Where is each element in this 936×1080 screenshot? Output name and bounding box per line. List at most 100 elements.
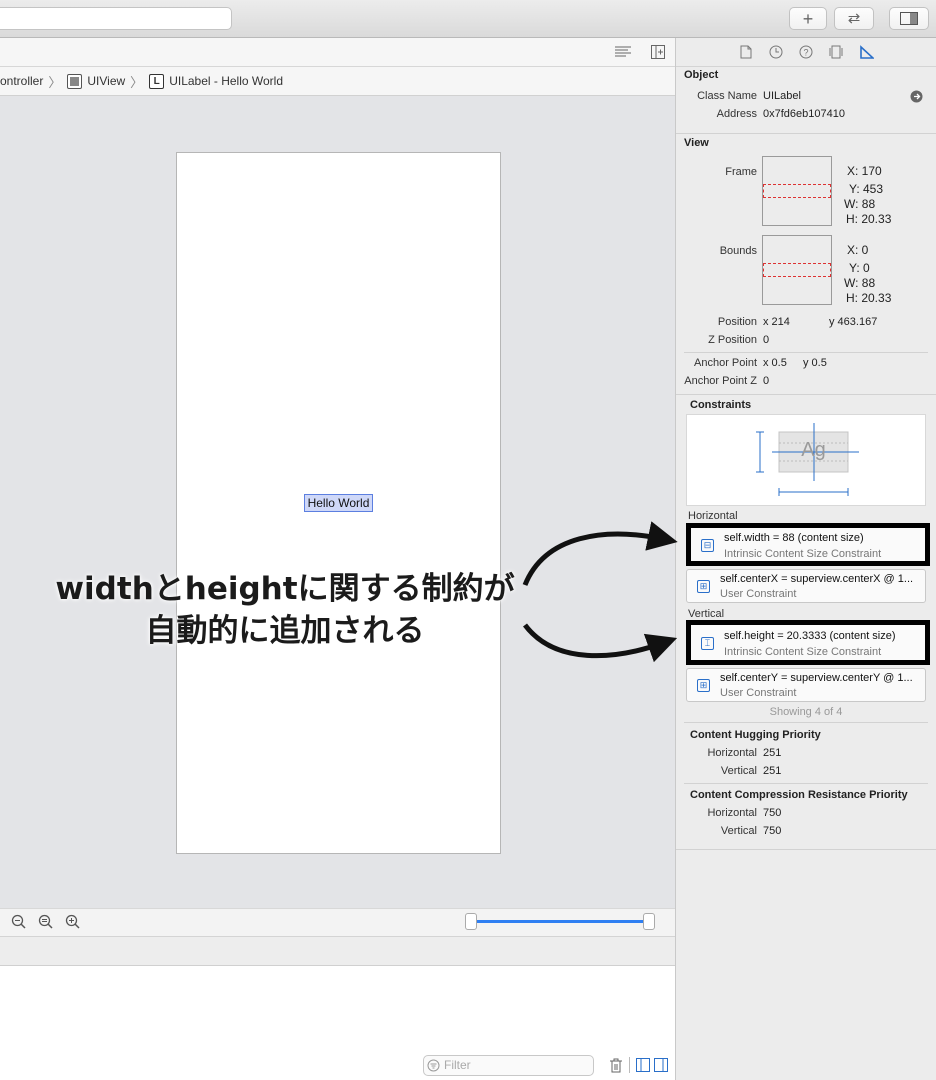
- arrow-to-height: [523, 623, 678, 663]
- class-name-value: UILabel: [763, 90, 801, 102]
- constraint-centery-row[interactable]: ⊞ self.centerY = superview.centerY @ 1..…: [686, 668, 926, 702]
- breadcrumb: ontroller 〉 UIView 〉 L UILabel - Hello W…: [0, 67, 675, 96]
- right-panel-toggle-icon: [900, 12, 918, 25]
- inspector-toggle-button[interactable]: [889, 7, 929, 30]
- left-pane-icon[interactable]: [636, 1058, 650, 1072]
- anchor-x: x 0.5: [763, 357, 787, 369]
- chevron-right-icon: 〉: [130, 74, 144, 90]
- hugging-vertical-value: 251: [763, 765, 782, 777]
- add-editor-icon[interactable]: [651, 45, 665, 59]
- divider: [684, 352, 928, 353]
- layer-range-slider[interactable]: [471, 920, 649, 923]
- user-constraint-icon: ⊞: [697, 580, 710, 593]
- slider-left-handle[interactable]: [465, 913, 477, 930]
- class-name-label: Class Name: [697, 90, 757, 102]
- divider: [629, 1057, 630, 1073]
- divider: [684, 722, 928, 723]
- divider: [676, 133, 936, 134]
- divider: [676, 394, 936, 395]
- zoom-in-icon[interactable]: [65, 914, 81, 930]
- lines-icon[interactable]: [614, 45, 632, 59]
- filter-input[interactable]: Filter: [423, 1055, 594, 1076]
- frame-h: H: 20.33: [846, 212, 892, 226]
- breadcrumb-item-uiview[interactable]: UIView: [87, 74, 125, 88]
- inspector-panel: ? Object Class Name UILabel Address 0x7f…: [675, 38, 936, 1080]
- frame-x: X: 170: [847, 164, 882, 178]
- intrinsic-size-icon: ⊟: [701, 539, 714, 552]
- frame-w: W: 88: [844, 197, 876, 211]
- showing-count: Showing 4 of 4: [769, 706, 843, 718]
- compression-horizontal-label: Horizontal: [707, 807, 757, 819]
- right-pane-icon[interactable]: [654, 1058, 668, 1072]
- position-y: y 463.167: [829, 316, 878, 328]
- trash-icon[interactable]: [609, 1058, 623, 1073]
- breadcrumb-item-uilabel[interactable]: UILabel - Hello World: [169, 74, 283, 88]
- anchor-point-label: Anchor Point: [694, 357, 757, 369]
- divider: [676, 849, 936, 850]
- address-label: Address: [716, 108, 757, 120]
- constraints-section-title: Constraints: [690, 399, 752, 411]
- bounds-label: Bounds: [719, 245, 757, 257]
- position-x: x 214: [763, 316, 790, 328]
- address-value: 0x7fd6eb107410: [763, 108, 845, 120]
- frame-diagram: [762, 156, 832, 226]
- constraint-height-row[interactable]: ⌶ self.height = 20.3333 (content size) I…: [686, 620, 930, 665]
- hugging-horizontal-value: 251: [763, 747, 782, 759]
- hello-world-label[interactable]: Hello World: [304, 494, 373, 512]
- constraint-text: self.width = 88 (content size): [724, 532, 864, 544]
- object-section-title: Object: [684, 69, 719, 81]
- size-icon[interactable]: [829, 45, 843, 59]
- hugging-vertical-label: Vertical: [720, 765, 757, 777]
- hugging-section-title: Content Hugging Priority: [690, 729, 821, 741]
- go-arrow-icon[interactable]: [910, 90, 923, 103]
- view-section-title: View: [684, 137, 709, 149]
- inspector-tabs: ?: [676, 38, 936, 67]
- editor-top-bar: [0, 38, 675, 67]
- z-position-value: 0: [763, 334, 770, 346]
- divider: [684, 783, 928, 784]
- swap-button[interactable]: ⇄: [834, 7, 874, 30]
- annotation-arrows: [522, 521, 678, 663]
- swap-arrows-icon: ⇄: [847, 10, 861, 27]
- bounds-x: X: 0: [847, 243, 869, 257]
- constraints-diagram: Ag: [686, 414, 926, 506]
- svg-text:?: ?: [803, 48, 808, 58]
- constraints-diagram-text: Ag: [801, 439, 826, 461]
- activity-field: [0, 7, 232, 30]
- add-button[interactable]: +: [789, 7, 827, 30]
- constraint-kind: User Constraint: [720, 588, 797, 600]
- history-icon[interactable]: [769, 45, 783, 59]
- compression-vertical-value: 750: [763, 825, 782, 837]
- horizontal-constraints-label: Horizontal: [688, 510, 738, 522]
- anchor-z-value: 0: [763, 375, 770, 387]
- bounds-y: Y: 0: [849, 261, 870, 275]
- view-icon: [67, 73, 83, 89]
- frame-label: Frame: [725, 166, 757, 178]
- help-icon[interactable]: ?: [799, 45, 813, 59]
- compression-vertical-label: Vertical: [720, 825, 757, 837]
- constraint-kind: Intrinsic Content Size Constraint: [724, 646, 882, 658]
- layout-icon[interactable]: [859, 45, 874, 59]
- bounds-diagram: [762, 235, 832, 305]
- debug-bar: [0, 937, 675, 966]
- plus-icon: +: [802, 8, 814, 29]
- compression-section-title: Content Compression Resistance Priority: [690, 789, 908, 801]
- intrinsic-size-icon: ⌶: [701, 637, 714, 650]
- vertical-constraints-label: Vertical: [688, 608, 725, 620]
- constraint-text: self.centerX = superview.centerX @ 1...: [720, 573, 914, 585]
- frame-y: Y: 453: [849, 182, 884, 196]
- constraint-kind: Intrinsic Content Size Constraint: [724, 548, 882, 560]
- slider-right-handle[interactable]: [643, 913, 655, 930]
- position-label: Position: [717, 316, 757, 328]
- breadcrumb-item-controller[interactable]: ontroller: [0, 74, 43, 88]
- anchor-point-z-label: Anchor Point Z: [684, 375, 757, 387]
- filter-icon: [427, 1059, 440, 1072]
- bounds-w: W: 88: [844, 276, 876, 290]
- label-icon: L: [149, 73, 165, 89]
- compression-horizontal-value: 750: [763, 807, 782, 819]
- zoom-fit-icon[interactable]: [38, 914, 54, 930]
- constraint-centerx-row[interactable]: ⊞ self.centerX = superview.centerX @ 1..…: [686, 569, 926, 603]
- constraint-width-row[interactable]: ⊟ self.width = 88 (content size) Intrins…: [686, 523, 930, 566]
- file-icon[interactable]: [740, 45, 752, 59]
- zoom-out-icon[interactable]: [11, 914, 27, 930]
